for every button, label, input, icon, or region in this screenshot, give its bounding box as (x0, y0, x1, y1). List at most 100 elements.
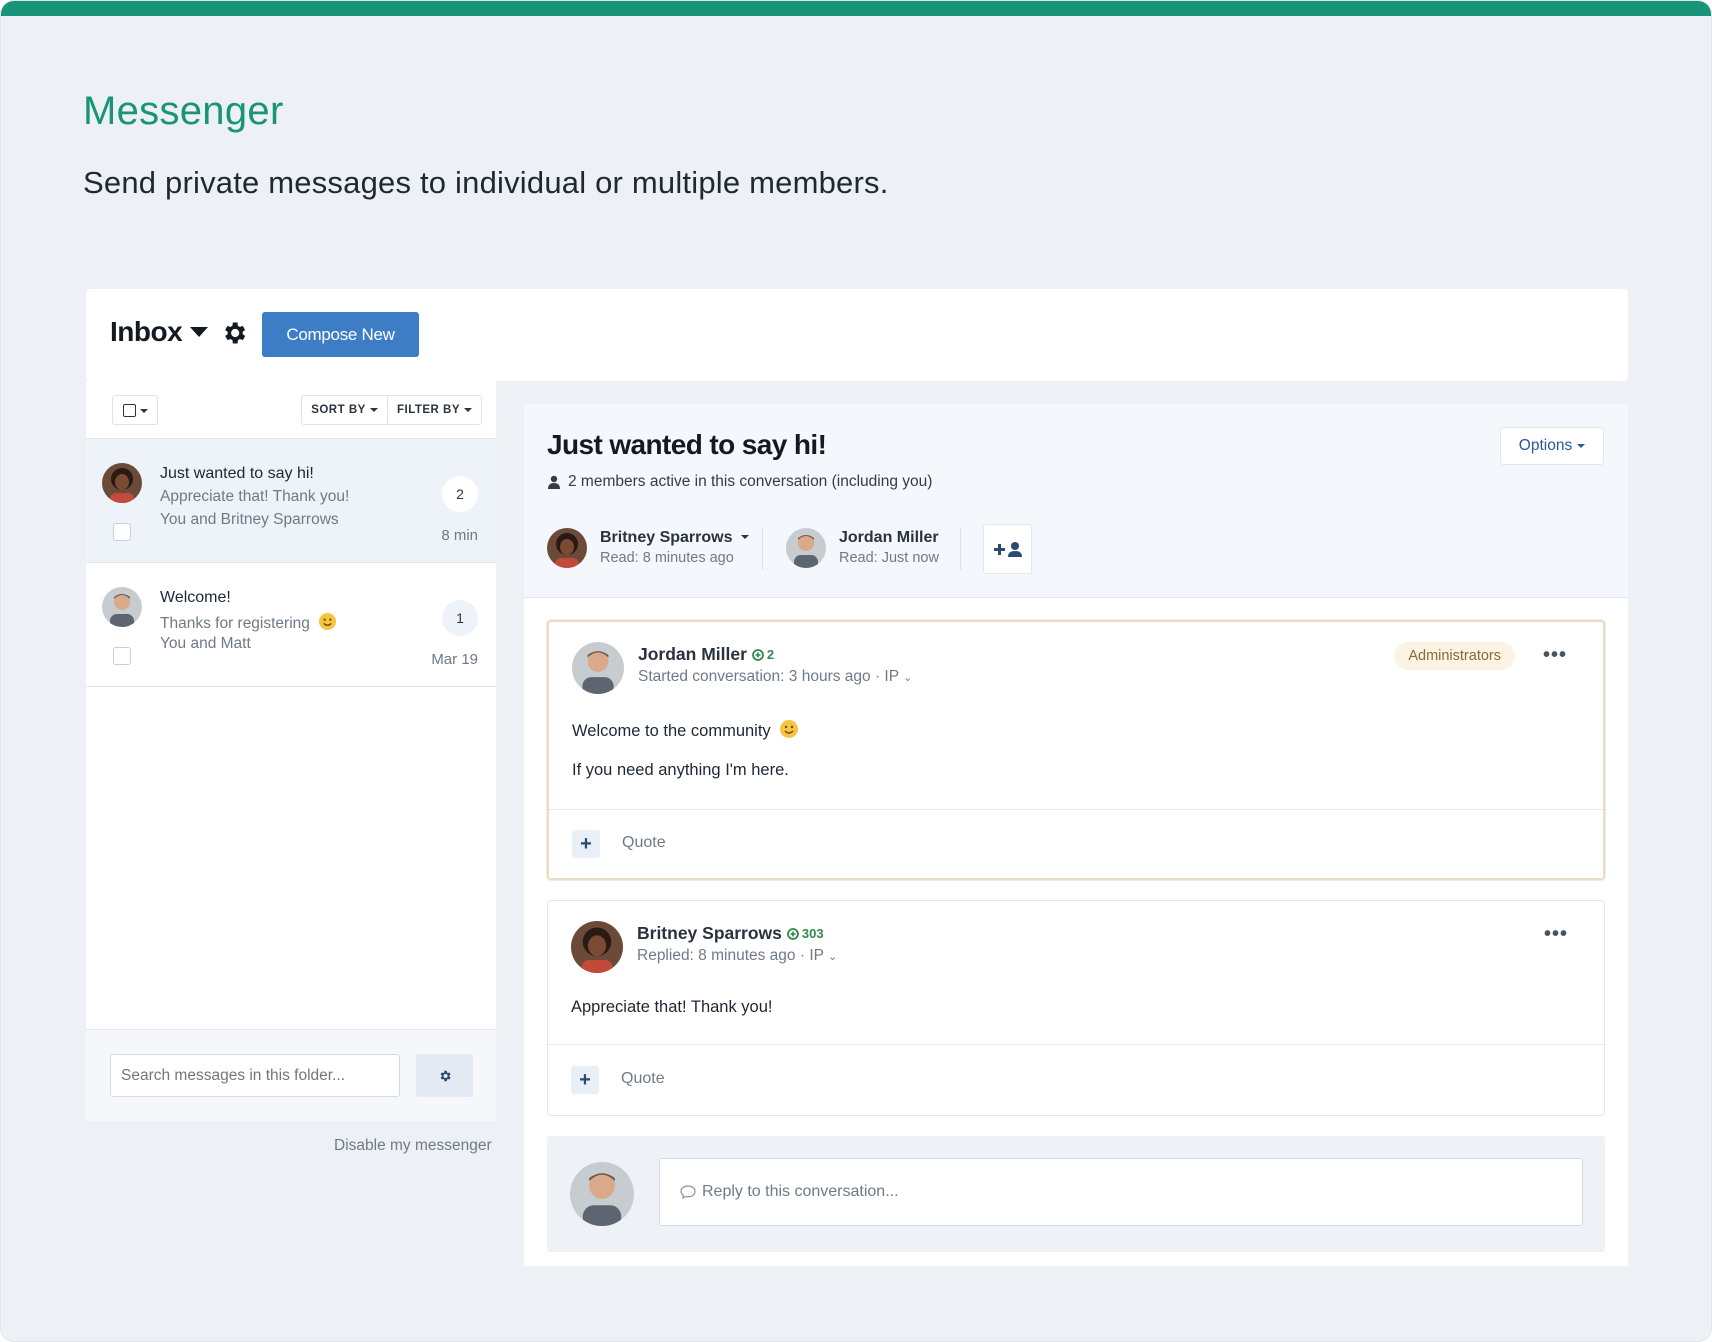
conversation-participants: You and Britney Sparrows (160, 511, 339, 528)
comment-icon (680, 1185, 696, 1199)
message-count-badge: 2 (442, 476, 478, 512)
reputation-count: 303 (801, 926, 824, 941)
chevron-down-icon[interactable]: ⌄ (903, 672, 912, 684)
active-members-text: 2 members active in this conversation (i… (568, 473, 933, 490)
list-item[interactable]: Welcome! Thanks for registering You and … (86, 563, 496, 687)
list-toolbar: SORT BY FILTER BY (86, 381, 496, 439)
participant-name: Britney Sparrows (600, 529, 749, 547)
participant-jordan[interactable]: Jordan Miller Read: Just now (786, 524, 956, 572)
row-checkbox[interactable] (113, 523, 131, 541)
chevron-down-icon (740, 535, 749, 539)
chevron-down-icon (369, 408, 378, 412)
list-item[interactable]: Just wanted to say hi! Appreciate that! … (86, 439, 496, 563)
active-members-line: 2 members active in this conversation (i… (548, 473, 932, 491)
avatar (102, 463, 142, 503)
inbox-header: Inbox Compose New (86, 289, 1628, 381)
conversation-title: Just wanted to say hi! (160, 465, 314, 482)
author-name: Britney Sparrows (637, 923, 782, 943)
smiley-emoji-icon (779, 719, 799, 744)
message-meta: Started conversation: 3 hours ago · IP ⌄ (638, 668, 912, 686)
chevron-down-icon (464, 408, 473, 412)
sort-by-label: SORT BY (311, 404, 366, 416)
add-user-icon (993, 542, 1022, 557)
checkbox-icon (123, 404, 136, 417)
participant-read-status: Read: 8 minutes ago (600, 550, 734, 566)
react-plus-button[interactable]: + (571, 1066, 599, 1094)
reply-area: Reply to this conversation... (547, 1136, 1605, 1252)
message-footer: + Quote (549, 809, 1603, 879)
page-title: Messenger (83, 89, 284, 133)
avatar[interactable] (571, 921, 623, 973)
conversation-time: Mar 19 (431, 651, 478, 668)
participant-name-text: Britney Sparrows (600, 529, 733, 546)
plus-circle-icon (752, 648, 764, 661)
row-checkbox[interactable] (113, 647, 131, 665)
message-meta-text: Started conversation: 3 hours ago · IP (638, 668, 899, 685)
list-footer (86, 1029, 496, 1121)
plus-circle-icon (787, 927, 799, 940)
avatar (570, 1162, 634, 1226)
conversation-time: 8 min (441, 527, 478, 544)
quote-link[interactable]: Quote (622, 834, 666, 852)
accent-bar (1, 1, 1711, 16)
inbox-title[interactable]: Inbox (110, 316, 183, 348)
user-icon (548, 475, 560, 489)
message-footer: + Quote (548, 1044, 1604, 1116)
avatar (786, 528, 826, 568)
reputation-count: 2 (766, 647, 775, 662)
smiley-emoji-icon (318, 612, 337, 636)
conversation-snippet: Thanks for registering (160, 612, 337, 636)
participant-read-status: Read: Just now (839, 550, 939, 566)
chevron-down-icon (1577, 444, 1586, 448)
conversation-view: Just wanted to say hi! Options 2 members… (524, 404, 1628, 1266)
chevron-down-icon (140, 409, 148, 413)
reply-input[interactable]: Reply to this conversation... (659, 1158, 1583, 1226)
compose-new-button[interactable]: Compose New (262, 312, 419, 357)
search-input[interactable] (110, 1054, 400, 1097)
message-text: Welcome to the community (572, 722, 771, 740)
avatar (102, 587, 142, 627)
reputation-badge: 303 (787, 926, 824, 941)
search-options-button[interactable] (416, 1054, 473, 1097)
select-all-checkbox[interactable] (112, 395, 158, 425)
filter-by-button[interactable]: FILTER BY (387, 395, 482, 425)
gear-icon[interactable] (220, 319, 248, 347)
options-button[interactable]: Options (1500, 427, 1604, 465)
reputation-badge: 2 (752, 647, 774, 662)
react-plus-button[interactable]: + (572, 830, 600, 858)
options-label: Options (1518, 437, 1573, 454)
author-name: Jordan Miller (638, 644, 747, 664)
message-body-line: Appreciate that! Thank you! (571, 998, 773, 1016)
participant-name: Jordan Miller (839, 529, 939, 546)
add-participant-button[interactable] (983, 524, 1032, 574)
chevron-down-icon[interactable]: ⌄ (828, 951, 837, 963)
sort-by-button[interactable]: SORT BY (301, 395, 388, 425)
more-options-icon[interactable]: ••• (1543, 644, 1567, 667)
message-author[interactable]: Britney Sparrows 303 (637, 923, 824, 944)
avatar[interactable] (572, 642, 624, 694)
participant-britney[interactable]: Britney Sparrows Read: 8 minutes ago (547, 524, 749, 572)
message-meta: Replied: 8 minutes ago · IP ⌄ (637, 947, 837, 965)
more-options-icon[interactable]: ••• (1544, 923, 1568, 946)
conversation-participants: You and Matt (160, 635, 251, 652)
reply-placeholder: Reply to this conversation... (702, 1183, 899, 1200)
divider (960, 528, 961, 570)
chevron-down-icon[interactable] (190, 327, 208, 337)
message-meta-text: Replied: 8 minutes ago · IP (637, 947, 824, 964)
message-count-badge: 1 (442, 600, 478, 636)
divider (762, 528, 763, 570)
quote-link[interactable]: Quote (621, 1070, 665, 1088)
disable-messenger-link[interactable]: Disable my messenger (334, 1137, 492, 1155)
message-card: Britney Sparrows 303 Replied: 8 minutes … (547, 900, 1605, 1116)
message-author[interactable]: Jordan Miller 2 (638, 644, 774, 665)
conversation-heading: Just wanted to say hi! (547, 429, 827, 460)
snippet-text: Thanks for registering (160, 615, 310, 632)
avatar (547, 528, 587, 568)
page-frame: Messenger Send private messages to indiv… (0, 0, 1712, 1342)
gear-icon (440, 1070, 451, 1081)
user-group-badge: Administrators (1394, 642, 1515, 670)
conversation-header: Just wanted to say hi! Options 2 members… (524, 404, 1628, 598)
conversation-list-panel: SORT BY FILTER BY Just wanted to say hi!… (86, 381, 496, 1121)
message-card: Jordan Miller 2 Started conversation: 3 … (547, 620, 1605, 880)
filter-by-label: FILTER BY (396, 404, 461, 416)
